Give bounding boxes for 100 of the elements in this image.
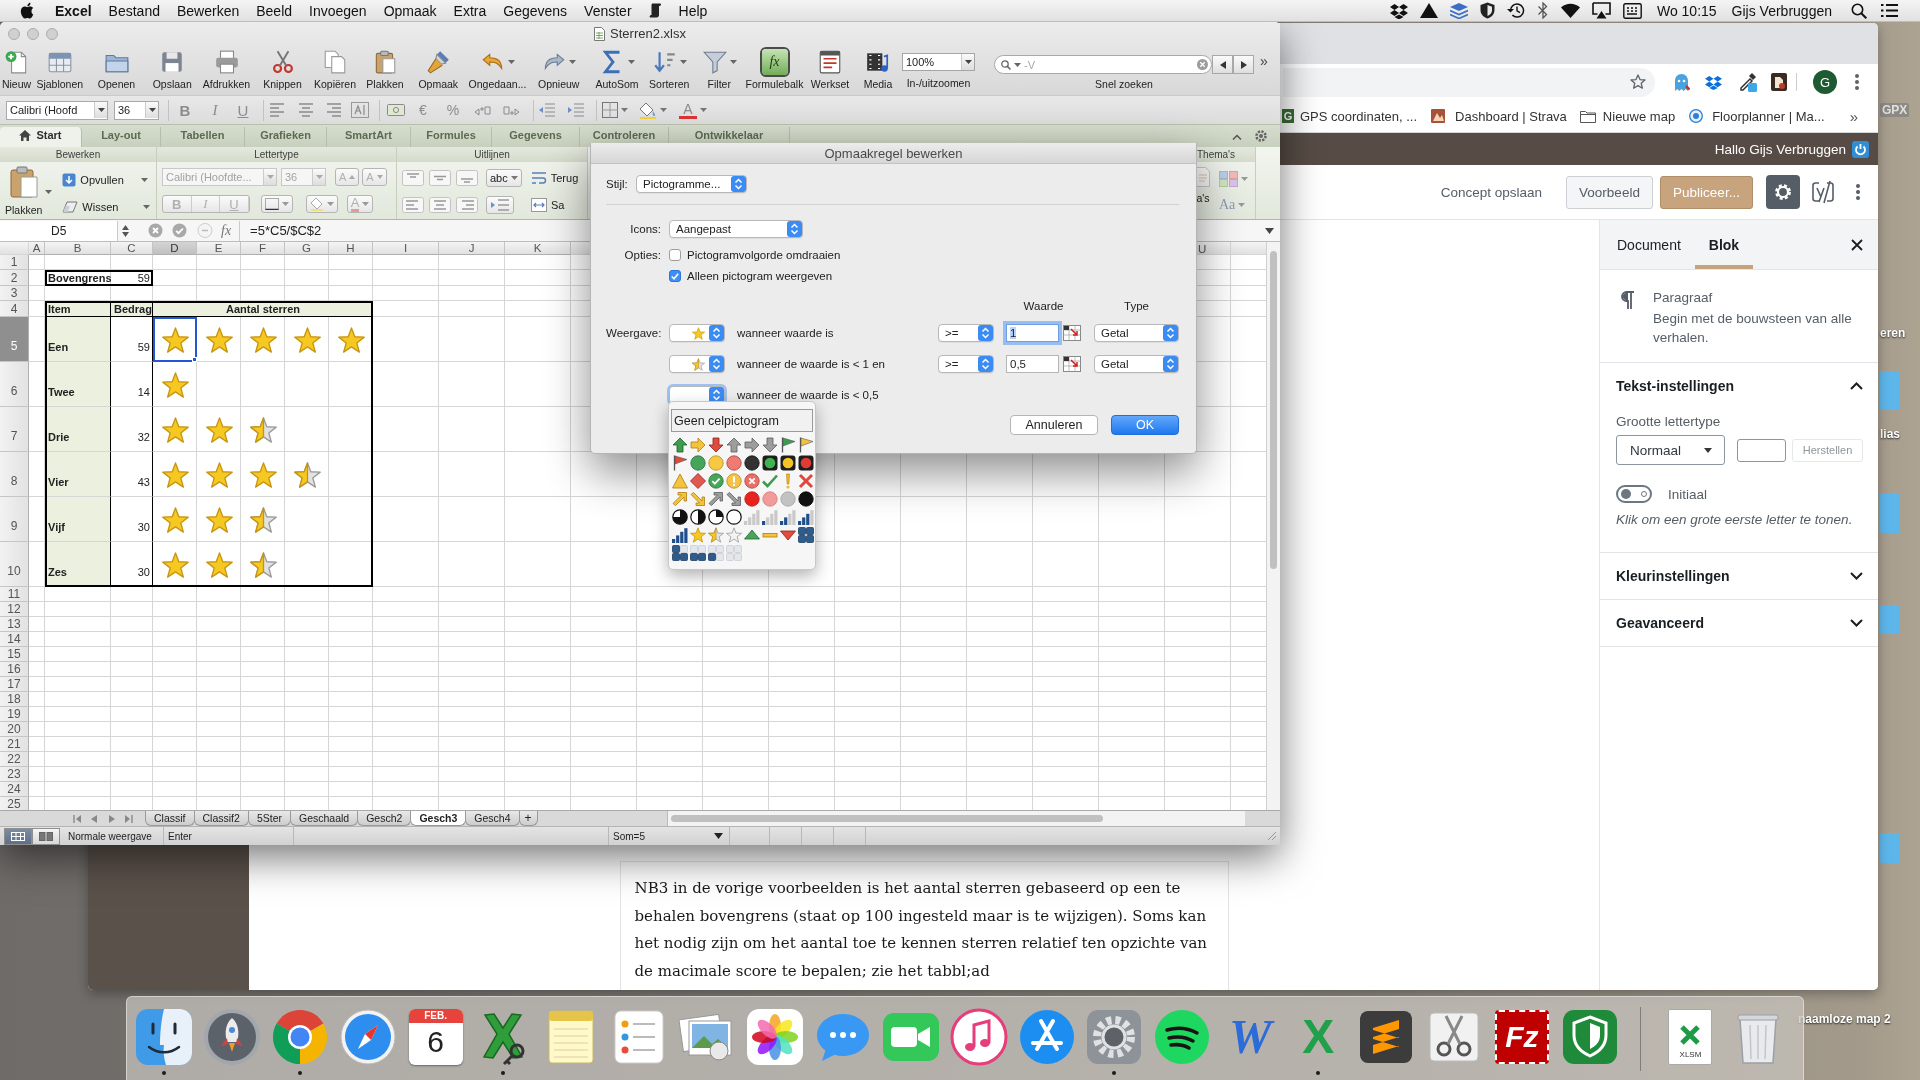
first-sheet-icon[interactable]	[73, 814, 81, 823]
half-star-icon[interactable]	[708, 527, 724, 543]
empty-circle-icon[interactable]	[726, 509, 742, 525]
row-header[interactable]: 14	[0, 632, 29, 647]
menubar-clock[interactable]: Wo 10:15	[1656, 2, 1717, 19]
ghost-icon[interactable]	[1673, 72, 1690, 92]
sum-dropdown[interactable]: Som=5	[608, 826, 729, 845]
row-header[interactable]: 13	[0, 617, 29, 632]
filter-button[interactable]: Filter	[693, 45, 745, 93]
signal-bars-icon[interactable]	[762, 509, 778, 525]
column-header[interactable]: D	[153, 242, 197, 255]
undo-button[interactable]: Ongedaan...	[466, 45, 529, 93]
templates-button[interactable]: Sjablonen	[33, 45, 87, 93]
font-name-field[interactable]: Calibri (Hoofd	[6, 100, 108, 120]
column-header[interactable]: A	[29, 242, 45, 255]
column-header[interactable]: J	[439, 242, 505, 255]
checkbox[interactable]	[669, 249, 681, 261]
triangle-down-icon[interactable]	[780, 527, 796, 543]
row-header[interactable]: 22	[0, 752, 29, 767]
last-sheet-icon[interactable]	[125, 814, 133, 823]
menu-item[interactable]: Geen celpictogram	[671, 409, 813, 432]
orientation-button[interactable]: abc	[486, 169, 522, 187]
icon-set-dropdown[interactable]: Aangepast	[669, 219, 803, 238]
music-note-icon[interactable]	[948, 1007, 1009, 1067]
flag-icon[interactable]	[798, 437, 814, 453]
row-header[interactable]: 18	[0, 692, 29, 707]
banknote-icon[interactable]	[387, 104, 405, 116]
row-header[interactable]: 1	[0, 255, 29, 270]
box-grid-icon[interactable]	[672, 545, 688, 561]
column-header[interactable]: E	[197, 242, 241, 255]
borders-button[interactable]	[260, 195, 293, 213]
bookmark[interactable]: G GPS coordinaten, ...	[1282, 108, 1418, 124]
x-mark-icon[interactable]	[798, 473, 814, 489]
preview-button[interactable]: Voorbeeld	[1566, 175, 1653, 209]
list-icon[interactable]	[1881, 4, 1898, 17]
column-header[interactable]: F	[241, 242, 285, 255]
icon-dropdown[interactable]	[669, 324, 725, 342]
custom-size-field[interactable]	[1737, 438, 1786, 462]
triangle-left-icon[interactable]	[91, 814, 97, 823]
menu-item[interactable]: Bestand	[100, 2, 169, 19]
column-header[interactable]: C	[111, 242, 153, 255]
row-header[interactable]: 11	[0, 587, 29, 602]
next-button[interactable]	[1233, 55, 1254, 74]
menu-item[interactable]: Help	[670, 2, 716, 19]
fill-button[interactable]: Opvullen	[62, 173, 124, 187]
panel-header[interactable]: Kleurinstellingen	[1600, 553, 1878, 599]
menu-item[interactable]: Bewerken	[168, 2, 248, 19]
toolbox-button[interactable]: Werkset	[804, 45, 856, 93]
avatar[interactable]: G	[1813, 70, 1837, 94]
column-header[interactable]: G	[285, 242, 329, 255]
calendar-tile[interactable]: FEB. 6	[408, 1009, 463, 1065]
cell-range-icon[interactable]	[1063, 325, 1081, 341]
indent-decrease-icon[interactable]	[538, 103, 556, 117]
triangle-right-icon[interactable]	[109, 814, 115, 823]
diamonds-icon[interactable]	[1389, 2, 1408, 19]
circle-icon[interactable]	[798, 491, 814, 507]
align-middle-icon[interactable]	[429, 170, 451, 186]
traffic-light-icon[interactable]	[780, 455, 796, 471]
icon-dropdown[interactable]	[669, 355, 725, 373]
box-grid-icon[interactable]	[798, 527, 814, 543]
row-header[interactable]: 16	[0, 662, 29, 677]
signal-bars-icon[interactable]	[780, 509, 796, 525]
box-grid-icon[interactable]	[708, 545, 724, 561]
star-outline-icon[interactable]	[1630, 74, 1646, 90]
cut-button[interactable]: Knippen	[255, 45, 310, 93]
circle-icon[interactable]	[744, 455, 760, 471]
arrow-down-icon[interactable]	[762, 437, 778, 453]
signal-bars-icon[interactable]	[672, 527, 688, 543]
style-dropdown[interactable]: Pictogramme...	[636, 175, 747, 193]
row-header[interactable]: 8	[0, 452, 29, 497]
document-tile[interactable]: XLSM	[1668, 1009, 1713, 1065]
sidebar-tab[interactable]: Document	[1603, 220, 1695, 269]
check-icon[interactable]	[762, 473, 778, 489]
address-field[interactable]	[1283, 67, 1655, 97]
function-label[interactable]: fx	[221, 222, 232, 239]
eyedropper-icon[interactable]	[1739, 72, 1757, 92]
scroll-icon[interactable]	[649, 3, 662, 18]
settings-button[interactable]	[1766, 175, 1800, 209]
menubar-user[interactable]: Gijs Verbruggen	[1731, 2, 1832, 19]
panel-header[interactable]: Tekst-instellingen	[1600, 363, 1878, 409]
row-header[interactable]: 7	[0, 407, 29, 452]
triangle-icon[interactable]	[1419, 3, 1438, 18]
bookmark[interactable]: Floorplanner | Ma...	[1689, 108, 1825, 124]
operator-dropdown[interactable]: >=	[938, 324, 994, 342]
shield-icon[interactable]	[1479, 2, 1495, 19]
sheet-tab[interactable]: Classif2	[193, 811, 249, 826]
row-header[interactable]: 15	[0, 647, 29, 662]
x-circle-icon[interactable]	[148, 223, 163, 238]
text-box-icon[interactable]	[351, 102, 369, 118]
scrollbar-thumb[interactable]	[1270, 251, 1277, 569]
previous-button[interactable]	[1212, 55, 1233, 74]
formula-bar-toggle[interactable]: fx Formulebalk	[745, 45, 804, 93]
clear-button[interactable]: Wissen	[62, 201, 119, 213]
sheet-tab[interactable]: Gesch4	[465, 811, 520, 826]
scrollbar-thumb[interactable]	[670, 815, 1103, 822]
column-header[interactable]: I	[373, 242, 439, 255]
traffic-light-icon[interactable]	[798, 455, 814, 471]
panel-header[interactable]: Geavanceerd	[1600, 600, 1878, 646]
star-icon[interactable]	[690, 527, 706, 543]
more-bookmarks-button[interactable]: »	[1849, 107, 1858, 125]
